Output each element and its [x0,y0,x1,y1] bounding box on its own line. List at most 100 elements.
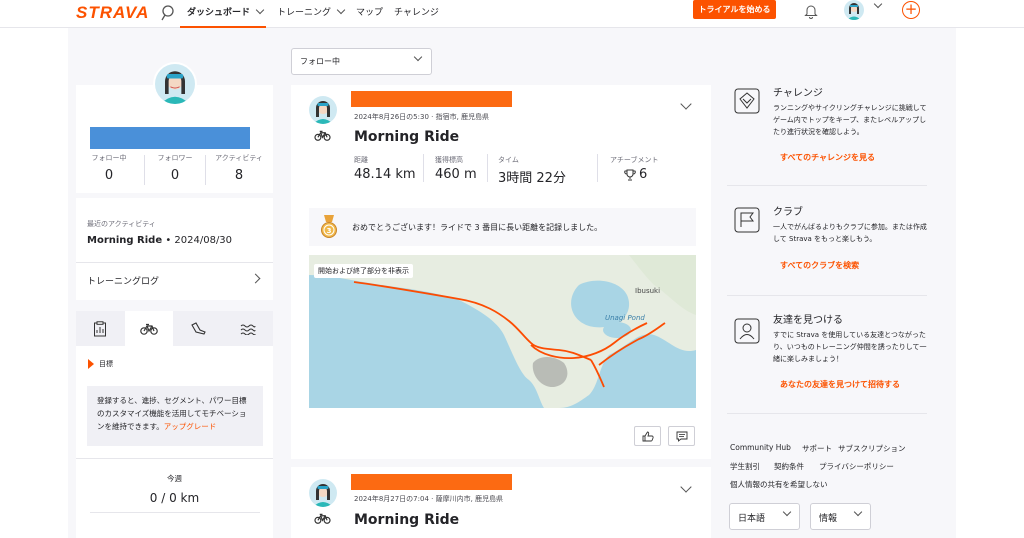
search-clubs-link[interactable]: すべてのクラブを検索 [780,260,859,271]
nav-maps-label: マップ [356,8,384,18]
stat-activities[interactable]: アクティビティ 8 [212,153,266,183]
arrow-right-icon [88,359,94,369]
divider [423,154,424,182]
stat-followers[interactable]: フォロワー 0 [152,153,198,183]
metric-value: 48.14 km [354,167,416,182]
find-friends-desc: すでに Strava を使用している友達とつながったり、いつものトレーニング仲間… [773,331,927,363]
language-select[interactable]: 日本語 [729,503,800,530]
training-log-link[interactable]: トレーニングログ [87,274,159,287]
bell-icon[interactable] [804,3,818,19]
friend-portrait-icon [734,318,760,344]
find-friends-title: 友達を見つける [773,315,843,326]
feed-filter-value: フォロー中 [300,57,340,66]
chevron-down-icon [336,5,346,15]
redacted-name [90,127,250,149]
recent-activity-label: 最近のアクティビティ [87,220,156,228]
tab-ride[interactable] [125,311,173,347]
nav-training[interactable]: トレーニング [277,5,346,18]
svg-text:3: 3 [327,227,332,235]
footer-link-subscription[interactable]: サブスクリプション [838,443,906,454]
map-label-town: Ibusuki [635,287,660,295]
view-all-challenges-link[interactable]: すべてのチャレンジを見る [780,152,875,163]
divider [727,413,927,414]
invite-friends-link[interactable]: あなたの友達を見つけて招待する [780,379,900,390]
footer-link-privacy[interactable]: プライバシーポリシー [819,461,894,472]
start-trial-button[interactable]: トライアルを始める [693,0,776,19]
recent-activity-date: • 2024/08/30 [162,235,233,246]
divider [487,154,488,182]
nav-challenges-label: チャレンジ [394,8,439,18]
stat-following[interactable]: フォロー中 0 [86,153,132,183]
swim-waves-icon [240,324,256,335]
challenges-desc: ランニングやサイクリングチャレンジに挑戦してゲーム内でトップをキープ、またレベル… [773,104,927,136]
metric-label: 距離 [354,156,368,164]
goals-heading: 目標 [88,359,113,369]
tab-run[interactable] [174,311,222,347]
divider [727,185,927,186]
challenges-title: チャレンジ [773,88,823,99]
recent-activity-name: Morning Ride [87,235,163,246]
redacted-athlete-name [351,91,512,107]
nav-maps[interactable]: マップ [356,5,383,18]
athlete-avatar[interactable] [309,479,337,507]
redacted-athlete-name [351,474,512,490]
metric-label: アチーブメント [610,156,659,164]
add-icon[interactable]: + [902,1,920,19]
search-icon[interactable] [159,4,177,22]
activity-meta: 2024年8月27日の7:04 · 薩摩川内市, 鹿児島県 [354,495,504,503]
bike-icon [314,513,331,524]
nav-dashboard[interactable]: ダッシュボード [187,5,265,18]
info-select[interactable]: 情報 [810,503,871,530]
metric-value: 3時間 22分 [498,171,566,186]
nav-challenges[interactable]: チャレンジ [394,5,439,18]
comment-icon [676,431,687,442]
kudos-button[interactable] [634,426,661,446]
footer-link-do-not-share[interactable]: 個人情報の共有を希望しない [730,479,828,490]
top-nav: STRAVA ダッシュボード トレーニング マップ チャレンジ トライアルを始め… [0,0,1024,28]
profile-avatar[interactable] [153,62,197,106]
stat-value: 0 [104,168,114,183]
language-value: 日本語 [738,514,766,524]
footer-link-terms[interactable]: 契約条件 [774,461,804,472]
recent-activity-link[interactable]: Morning Ride • 2024/08/30 [87,235,232,246]
activity-title[interactable]: Morning Ride [354,129,459,145]
metric-value: 460 m [435,167,477,182]
nav-dashboard-label: ダッシュボード [187,8,251,18]
goals-heading-text: 目標 [99,360,113,368]
stat-label: フォロワー [157,154,193,162]
divider [727,295,927,296]
footer-link-student[interactable]: 学生割引 [730,461,760,472]
footer-link-community-hub[interactable]: Community Hub [730,443,791,452]
chevron-down-icon [853,507,863,517]
feed-filter-select[interactable]: フォロー中 [291,48,432,75]
stat-label: アクティビティ [215,154,263,162]
clubs-desc: 一人でがんばるよりもクラブに参加。または作成して Strava をもっと楽しもう… [773,223,927,243]
athlete-avatar[interactable] [309,96,337,124]
comment-button[interactable] [668,426,695,446]
upgrade-link[interactable]: アップグレード [164,422,217,431]
metric-value: 6 [639,167,648,182]
divider [144,155,145,185]
bike-icon [314,130,331,141]
tab-all-sports[interactable] [76,311,124,347]
user-avatar[interactable] [844,0,864,20]
club-flag-icon [734,207,760,233]
goals-promo: 登録すると、進捗、セグメント、パワー目標のカスタマイズ機能を活用してモチベーショ… [87,386,263,446]
divider [90,512,260,513]
footer-link-support[interactable]: サポート [802,443,832,454]
hide-start-end-toggle[interactable]: 開始および終了部分を非表示 [314,264,413,278]
divider [76,458,273,459]
divider [76,262,273,263]
nav-training-label: トレーニング [277,8,332,18]
stat-label: フォロー中 [91,154,127,162]
week-label: 今週 [167,474,182,483]
activity-title[interactable]: Morning Ride [354,512,459,528]
chevron-down-icon [782,507,792,517]
info-value: 情報 [819,514,838,524]
strava-logo[interactable]: STRAVA [76,3,149,23]
chevron-down-icon[interactable] [873,0,883,9]
achievements-metric[interactable]: 6 [624,167,647,182]
clubs-title: クラブ [773,207,803,218]
tab-swim[interactable] [224,311,272,347]
chevron-down-icon [255,5,265,15]
